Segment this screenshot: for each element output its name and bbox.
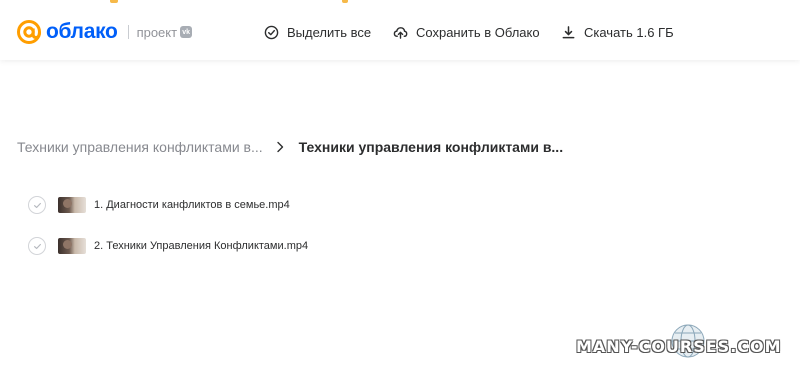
select-all-button[interactable]: Выделить все — [264, 22, 371, 42]
file-name[interactable]: 1. Диагности канфликтов в семье.mp4 — [94, 199, 290, 211]
logo-divider — [127, 25, 129, 39]
breadcrumb-parent-link[interactable]: Техники управления конфликтами в... — [17, 139, 263, 155]
project-label: проект — [136, 24, 178, 40]
file-checkbox[interactable] — [28, 196, 46, 214]
download-label: Скачать 1.6 ГБ — [584, 24, 674, 40]
at-sign-icon — [17, 20, 41, 44]
vk-icon: vk — [180, 26, 193, 38]
check-icon — [33, 243, 41, 249]
chevron-right-icon — [276, 141, 283, 153]
watermark: MANY-COURSES.COM — [576, 324, 790, 359]
app-header: облако проект vk Выделить все Сохранить … — [0, 0, 800, 60]
breadcrumb-current: Техники управления конфликтами в... — [298, 139, 564, 155]
check-circle-icon — [264, 25, 279, 39]
check-icon — [33, 202, 41, 208]
download-icon — [562, 25, 575, 38]
video-thumbnail — [58, 238, 86, 254]
save-to-cloud-label: Сохранить в Облако — [416, 24, 540, 40]
watermark-text: MANY-COURSES.COM — [576, 336, 782, 356]
cloud-logo[interactable]: облако проект vk — [16, 17, 193, 47]
header-accent — [110, 0, 118, 3]
page: облако проект vk Выделить все Сохранить … — [0, 0, 800, 378]
select-all-label: Выделить все — [287, 24, 372, 40]
header-accent — [342, 0, 348, 3]
video-thumbnail — [58, 197, 86, 213]
file-list-item[interactable]: 1. Диагности канфликтов в семье.mp4 — [28, 194, 290, 216]
file-name[interactable]: 2. Техники Управления Конфликтами.mp4 — [94, 240, 308, 252]
breadcrumb: Техники управления конфликтами в... Техн… — [17, 138, 563, 156]
save-to-cloud-button[interactable]: Сохранить в Облако — [393, 22, 540, 42]
logo-text: облако — [46, 20, 118, 43]
download-button[interactable]: Скачать 1.6 ГБ — [561, 22, 674, 42]
file-checkbox[interactable] — [28, 237, 46, 255]
file-list-item[interactable]: 2. Техники Управления Конфликтами.mp4 — [28, 235, 308, 257]
cloud-upload-icon — [393, 26, 408, 39]
